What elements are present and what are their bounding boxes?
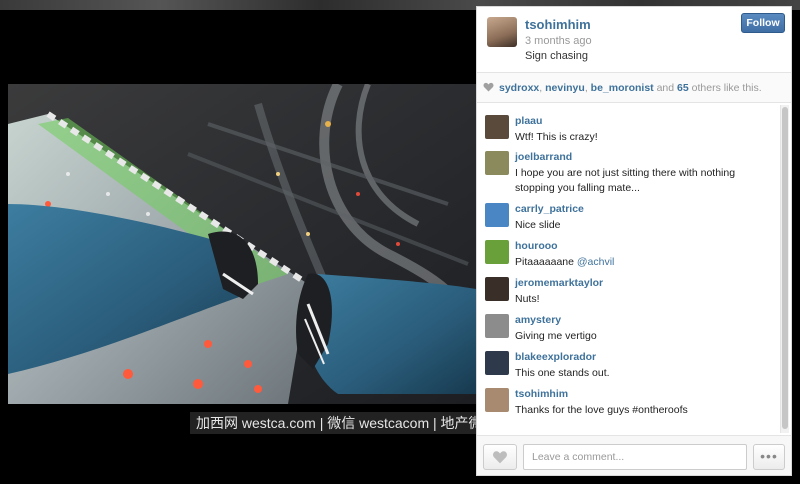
likes-others-count[interactable]: 65 bbox=[677, 82, 689, 94]
more-options-button[interactable]: ••• bbox=[753, 444, 785, 470]
comment-text: Giving me vertigo bbox=[515, 330, 597, 342]
like-button[interactable] bbox=[483, 444, 517, 470]
heart-icon bbox=[493, 451, 507, 464]
commenter-avatar[interactable] bbox=[485, 240, 509, 264]
comment-username[interactable]: plaau bbox=[515, 115, 542, 127]
commenter-avatar[interactable] bbox=[485, 351, 509, 375]
post-footer: ••• bbox=[477, 435, 791, 475]
owner-avatar[interactable] bbox=[487, 17, 517, 47]
commenter-avatar[interactable] bbox=[485, 115, 509, 139]
comment-text-body: Pitaaaaaane bbox=[515, 256, 577, 268]
liker-username[interactable]: nevinyu bbox=[545, 82, 585, 94]
scrollbar-thumb[interactable] bbox=[782, 107, 788, 429]
likes-suffix: others like this. bbox=[688, 82, 762, 94]
comment-text: Nice slide bbox=[515, 219, 561, 231]
post-photo[interactable] bbox=[8, 84, 476, 404]
photo-stage bbox=[0, 10, 476, 476]
follow-button[interactable]: Follow bbox=[741, 13, 785, 33]
liker-username[interactable]: be_moronist bbox=[591, 82, 654, 94]
comment-text: Pitaaaaaane @achvil bbox=[515, 255, 777, 270]
owner-username[interactable]: tsohimhim bbox=[525, 17, 591, 32]
comment-text: Nuts! bbox=[515, 293, 540, 305]
comment-text: Thanks for the love guys #ontheroofs bbox=[515, 404, 688, 416]
commenter-avatar[interactable] bbox=[485, 314, 509, 338]
comment-username[interactable]: jeromemarktaylor bbox=[515, 277, 603, 289]
comment-mention-link[interactable]: @achvil bbox=[577, 256, 615, 268]
comment-text: I hope you are not just sitting there wi… bbox=[515, 167, 736, 194]
comment-text: This one stands out. bbox=[515, 367, 610, 379]
comment-username[interactable]: tsohimhim bbox=[515, 388, 568, 400]
comment-username[interactable]: carrly_patrice bbox=[515, 203, 584, 215]
comment-text: Wtf! This is crazy! bbox=[515, 131, 598, 143]
commenter-avatar[interactable] bbox=[485, 388, 509, 412]
post-timestamp[interactable]: 3 months ago bbox=[525, 35, 592, 47]
likes-and-text: and bbox=[653, 82, 678, 94]
comment-username[interactable]: blakeexplorador bbox=[515, 351, 596, 363]
post-header: tsohimhim 3 months ago Sign chasing Foll… bbox=[477, 7, 791, 73]
heart-icon bbox=[483, 82, 494, 92]
comment-list: plaau Wtf! This is crazy! joelbarrand I … bbox=[477, 107, 781, 433]
liker-username[interactable]: sydroxx bbox=[499, 82, 539, 94]
comment-input[interactable] bbox=[523, 444, 747, 470]
comment-username[interactable]: amystery bbox=[515, 314, 561, 326]
comment-username[interactable]: hourooo bbox=[515, 240, 558, 252]
commenter-avatar[interactable] bbox=[485, 203, 509, 227]
rooftop-photo-illustration bbox=[8, 84, 476, 404]
post-caption: Sign chasing bbox=[525, 50, 588, 62]
watermark-main: 加西网 westca.com | 微信 westcacom | 地产微信 bbox=[196, 415, 497, 431]
commenter-avatar[interactable] bbox=[485, 277, 509, 301]
likes-summary: sydroxx, nevinyu, be_moronist and 65 oth… bbox=[477, 73, 791, 103]
commenter-avatar[interactable] bbox=[485, 151, 509, 175]
comments-scrollbar[interactable] bbox=[780, 105, 789, 433]
post-details-panel: tsohimhim 3 months ago Sign chasing Foll… bbox=[476, 6, 792, 476]
comment-username[interactable]: joelbarrand bbox=[515, 151, 572, 163]
